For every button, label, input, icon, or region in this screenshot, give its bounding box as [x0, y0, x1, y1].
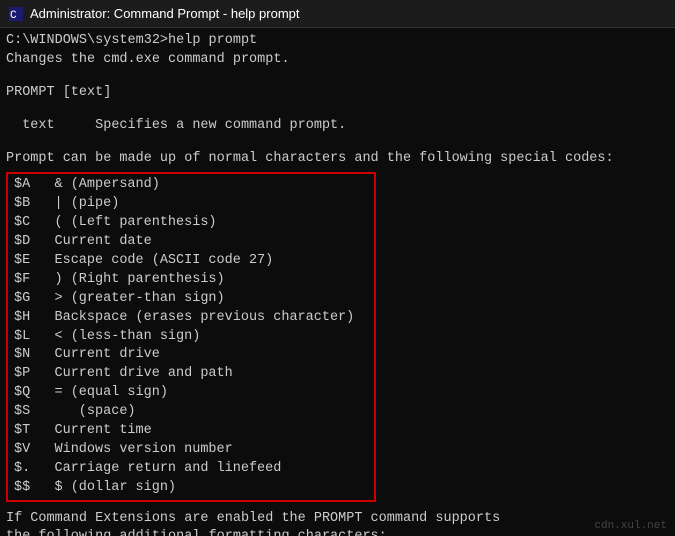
code-row-15: $. Carriage return and linefeed: [14, 460, 368, 479]
code-row-3: $D Current date: [14, 233, 368, 252]
empty-line-1: [6, 70, 669, 84]
code-table-box: $A & (Ampersand) $B | (pipe) $C ( (Left …: [6, 172, 376, 501]
code-row-0: $A & (Ampersand): [14, 176, 368, 195]
cmd-icon: C: [8, 6, 24, 22]
footer-section: If Command Extensions are enabled the PR…: [6, 510, 669, 536]
cmd-line-1: C:\WINDOWS\system32>help prompt: [6, 32, 669, 51]
empty-line-2: [6, 103, 669, 117]
code-row-7: $H Backspace (erases previous character): [14, 309, 368, 328]
empty-line-3: [6, 136, 669, 150]
cmd-line-2: Changes the cmd.exe command prompt.: [6, 51, 669, 70]
terminal-body: C:\WINDOWS\system32>help prompt Changes …: [0, 28, 675, 536]
svg-text:C: C: [10, 10, 17, 21]
footer-line-0: If Command Extensions are enabled the PR…: [6, 510, 669, 529]
code-row-12: $S (space): [14, 403, 368, 422]
cmd-line-5: Prompt can be made up of normal characte…: [6, 150, 669, 169]
code-row-9: $N Current drive: [14, 346, 368, 365]
title-bar: C Administrator: Command Prompt - help p…: [0, 0, 675, 28]
footer-line-1: the following additional formatting char…: [6, 528, 669, 536]
code-row-4: $E Escape code (ASCII code 27): [14, 252, 368, 271]
code-row-8: $L < (less-than sign): [14, 328, 368, 347]
code-row-1: $B | (pipe): [14, 195, 368, 214]
watermark: cdn.xul.net: [594, 520, 667, 532]
code-row-16: $$ $ (dollar sign): [14, 479, 368, 498]
code-row-5: $F ) (Right parenthesis): [14, 271, 368, 290]
code-row-6: $G > (greater-than sign): [14, 290, 368, 309]
cmd-line-4: text Specifies a new command prompt.: [6, 117, 669, 136]
cmd-line-3: PROMPT [text]: [6, 84, 669, 103]
code-row-2: $C ( (Left parenthesis): [14, 214, 368, 233]
title-bar-text: Administrator: Command Prompt - help pro…: [30, 6, 299, 21]
code-row-11: $Q = (equal sign): [14, 384, 368, 403]
code-row-13: $T Current time: [14, 422, 368, 441]
code-row-10: $P Current drive and path: [14, 365, 368, 384]
code-row-14: $V Windows version number: [14, 441, 368, 460]
